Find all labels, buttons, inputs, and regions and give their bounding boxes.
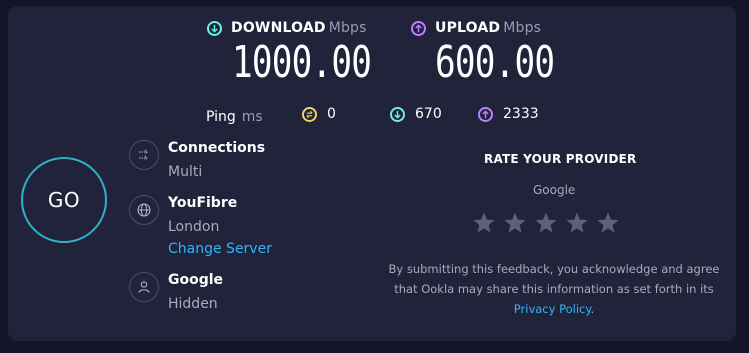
ping-label-row: Ping ms — [206, 106, 263, 125]
star-icon[interactable] — [472, 211, 496, 235]
star-icon[interactable] — [534, 211, 558, 235]
server-location: London — [168, 219, 220, 235]
provider-name: Google — [168, 272, 224, 288]
go-button[interactable]: GO — [21, 157, 107, 243]
connections-title: Connections — [168, 140, 266, 156]
download-label-row: DOWNLOAD Mbps — [231, 20, 367, 36]
privacy-policy-link[interactable]: Privacy Policy — [514, 302, 591, 316]
ping-unit: ms — [241, 109, 263, 125]
upload-speed: 600.00 — [435, 37, 555, 88]
upload-label: UPLOAD — [435, 20, 501, 36]
star-icon[interactable] — [503, 211, 527, 235]
provider-ip-status: Hidden — [168, 296, 218, 312]
server-name: YouFibre — [168, 195, 238, 211]
connections-value: Multi — [168, 164, 203, 180]
download-arrow-icon — [207, 21, 222, 36]
user-icon — [129, 272, 159, 302]
ping-download-value: 670 — [415, 106, 442, 122]
ping-download-arrow-icon — [390, 107, 405, 122]
disclaimer-text: By submitting this feedback, you acknowl… — [388, 262, 720, 296]
upload-label-row: UPLOAD Mbps — [435, 20, 541, 36]
star-rating — [472, 211, 620, 235]
download-unit: Mbps — [328, 20, 367, 36]
feedback-disclaimer: By submitting this feedback, you acknowl… — [388, 259, 720, 319]
rate-provider-title: RATE YOUR PROVIDER — [484, 152, 637, 166]
star-icon[interactable] — [596, 211, 620, 235]
connections-icon — [129, 140, 159, 170]
ping-idle-value: 0 — [327, 106, 336, 122]
change-server-link[interactable]: Change Server — [168, 241, 272, 257]
globe-icon — [129, 195, 159, 225]
download-label: DOWNLOAD — [231, 20, 326, 36]
go-label: GO — [47, 188, 81, 212]
star-icon[interactable] — [565, 211, 589, 235]
disclaimer-end: . — [590, 302, 595, 316]
upload-unit: Mbps — [503, 20, 542, 36]
upload-arrow-icon — [411, 21, 426, 36]
ping-upload-value: 2333 — [503, 106, 539, 122]
download-speed: 1000.00 — [232, 37, 372, 88]
rate-provider-name: Google — [533, 183, 576, 197]
ping-upload-arrow-icon — [478, 107, 493, 122]
ping-icon — [302, 107, 317, 122]
ping-label: Ping — [206, 109, 236, 125]
